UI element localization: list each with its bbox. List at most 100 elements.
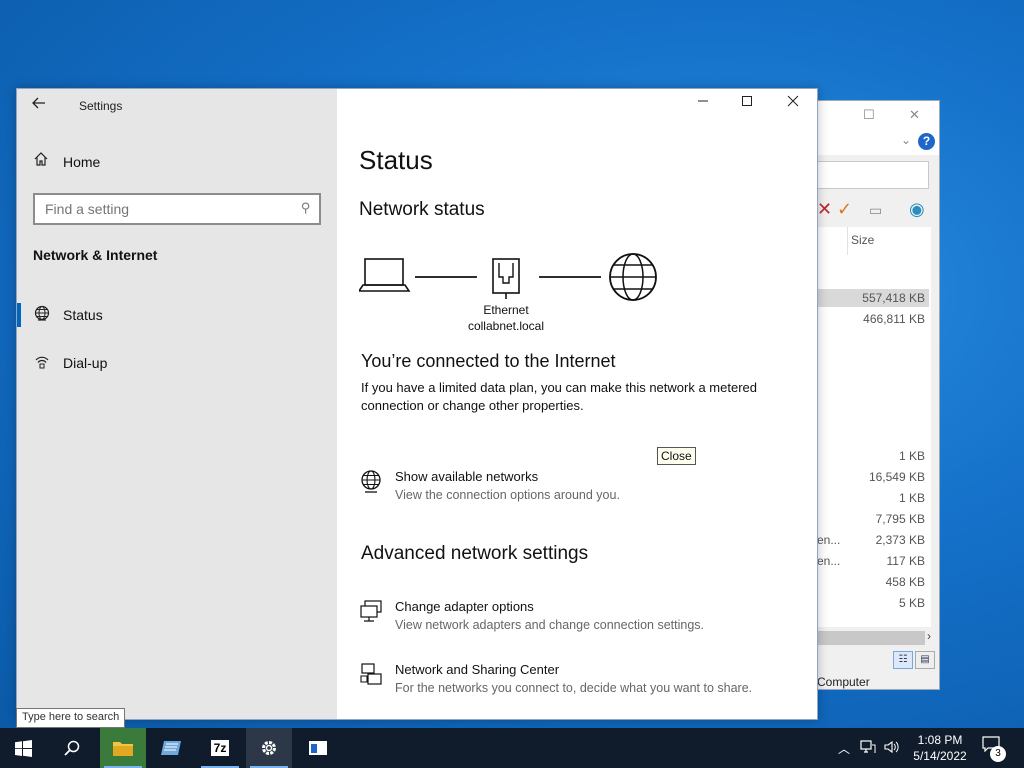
show-available-networks-link[interactable]: Show available networks View the connect…	[359, 469, 799, 509]
settings-window[interactable]: Settings Home ⚲ Network & Internet Statu…	[16, 88, 818, 720]
link-description: View the connection options around you.	[395, 488, 620, 502]
app-title: Settings	[79, 99, 123, 113]
maximize-icon[interactable]: ☐	[863, 107, 875, 123]
windows-logo-icon	[14, 739, 32, 757]
globe-icon	[33, 305, 51, 323]
size-cell: 557,418 KB	[862, 291, 925, 305]
sidebar-item-label: Dial-up	[63, 355, 108, 371]
7zip-icon: 7z	[210, 740, 230, 756]
size-cell: 7,795 KB	[875, 512, 925, 526]
chevron-down-icon[interactable]: ⌄	[901, 133, 911, 147]
network-name: collabnet.local	[467, 319, 545, 333]
page-title: Status	[359, 145, 433, 175]
background-titlebar: ☐ ✕	[801, 101, 939, 131]
network-adapter-icon	[359, 599, 383, 623]
help-icon[interactable]: ?	[918, 133, 935, 150]
section-title: Network & Internet	[33, 247, 158, 263]
test-check-icon[interactable]: ✓	[837, 199, 852, 220]
background-toolbar: ✕ ✓ ▭ ◉	[817, 199, 939, 225]
volume-icon[interactable]	[884, 740, 900, 757]
close-tooltip: Close	[657, 447, 696, 465]
file-list[interactable]: Size 557,418 KB 466,811 KB 1 KB 16,549 K…	[817, 227, 931, 627]
sidebar-item-status[interactable]: Status	[17, 303, 333, 331]
link-title: Change adapter options	[395, 599, 534, 614]
search-icon	[64, 740, 80, 756]
background-file-window[interactable]: ☐ ✕ ⌄ ? ✕ ✓ ▭ ◉ Size 557,418 KB 466,811 …	[800, 100, 940, 690]
size-cell: 1 KB	[898, 449, 925, 463]
size-column-header[interactable]: Size	[851, 233, 874, 247]
ethernet-port-icon	[492, 258, 520, 299]
details-view-icon[interactable]: ☷	[893, 651, 913, 669]
size-cell: 2,373 KB	[875, 533, 925, 547]
taskbar-clock[interactable]: 1:08 PM 5/14/2022	[912, 732, 968, 764]
change-adapter-options-link[interactable]: Change adapter options View network adap…	[359, 599, 799, 639]
close-icon[interactable]: ✕	[909, 107, 920, 123]
address-bar[interactable]	[817, 161, 929, 189]
background-ribbon-row: ⌄ ?	[801, 131, 939, 155]
size-cell: 5 KB	[898, 596, 925, 610]
advanced-settings-heading: Advanced network settings	[361, 543, 589, 564]
view-buttons: ☷ ▤	[893, 649, 937, 669]
folder-icon	[113, 742, 133, 756]
link-description: For the networks you connect to, decide …	[395, 681, 753, 695]
chevron-up-icon[interactable]: ︿	[838, 740, 850, 757]
connection-description: If you have a limited data plan, you can…	[361, 380, 757, 413]
network-sharing-center-link[interactable]: Network and Sharing Center For the netwo…	[359, 662, 799, 702]
adapter-name: Ethernet	[483, 303, 529, 317]
sidebar-item-dial-up[interactable]: Dial-up	[33, 351, 333, 379]
list-view-icon[interactable]: ▤	[915, 651, 935, 669]
network-diagram: Ethernet collabnet.local	[357, 249, 679, 339]
link-description: View network adapters and change connect…	[395, 618, 704, 632]
size-cell: 1 KB	[898, 491, 925, 505]
clock-date: 5/14/2022	[913, 749, 967, 763]
status-page: Status Network status Ethernet collabnet…	[337, 89, 817, 719]
size-cell: 458 KB	[885, 575, 925, 589]
info-icon[interactable]: ▭	[869, 202, 882, 219]
clock-time: 1:08 PM	[917, 733, 963, 747]
shell-icon[interactable]: ◉	[909, 199, 925, 220]
link-title: Show available networks	[395, 469, 539, 484]
laptop-icon	[357, 258, 411, 292]
home-icon	[33, 151, 53, 170]
server-manager-icon	[161, 741, 181, 755]
taskbar-file-explorer[interactable]	[100, 728, 146, 768]
size-cell: 117 KB	[886, 554, 925, 568]
settings-sidebar: Settings Home ⚲ Network & Internet Statu…	[17, 89, 337, 719]
sidebar-item-label: Status	[63, 307, 103, 323]
taskbar-search-tooltip: Type here to search	[16, 708, 126, 728]
back-arrow-icon	[32, 97, 45, 109]
start-button[interactable]	[0, 728, 46, 768]
search-icon[interactable]: ⚲	[301, 200, 311, 216]
size-cell: 466,811 KB	[863, 312, 925, 326]
truncated-name-cell: en...	[817, 533, 841, 547]
gear-icon	[262, 741, 276, 755]
taskbar: 7z ︿ 1:08 PM 5/14/2022 3	[0, 728, 1024, 768]
home-label: Home	[63, 154, 101, 170]
search-input[interactable]	[35, 195, 275, 223]
taskbar-app-window[interactable]	[295, 728, 341, 768]
scroll-right-icon[interactable]: ›	[927, 629, 931, 643]
taskbar-server-manager[interactable]	[148, 728, 194, 768]
network-icon[interactable]	[860, 739, 876, 757]
delete-icon[interactable]: ✕	[817, 199, 832, 220]
globe-network-icon	[359, 469, 383, 493]
column-separator	[847, 227, 848, 255]
dial-up-icon	[33, 353, 51, 371]
horizontal-scrollbar[interactable]	[817, 631, 925, 645]
internet-globe-icon	[609, 253, 657, 301]
app-window-icon	[309, 741, 327, 755]
sharing-center-icon	[359, 662, 383, 686]
notification-count-badge: 3	[990, 746, 1006, 762]
back-button[interactable]	[31, 95, 51, 115]
search-button[interactable]	[49, 728, 95, 768]
link-title: Network and Sharing Center	[395, 662, 560, 677]
action-center-button[interactable]: 3	[982, 736, 1006, 762]
taskbar-settings[interactable]	[246, 728, 292, 768]
size-cell: 16,549 KB	[868, 470, 925, 484]
taskbar-7zip[interactable]: 7z	[197, 728, 243, 768]
home-nav-item[interactable]: Home	[33, 151, 100, 173]
truncated-name-cell: en...	[817, 554, 841, 568]
status-bar-text: Computer	[817, 675, 870, 689]
find-setting-search[interactable]: ⚲	[33, 193, 321, 225]
network-status-heading: Network status	[359, 199, 485, 220]
